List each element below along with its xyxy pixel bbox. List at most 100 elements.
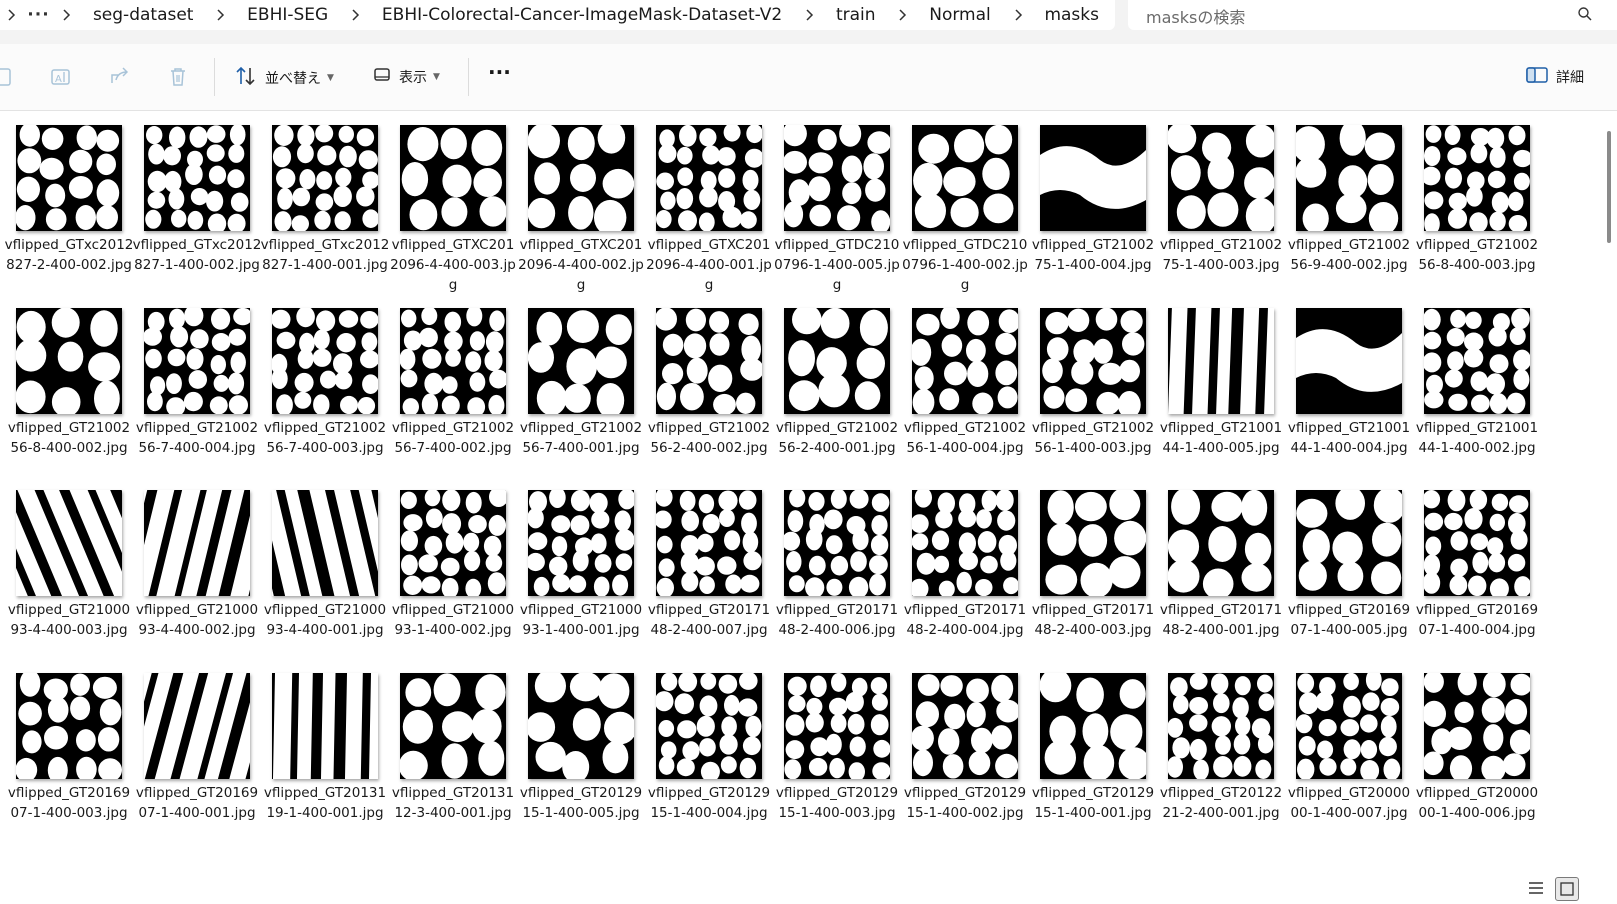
mask-image xyxy=(272,125,378,231)
file-item[interactable]: vflipped_GT2017148-2-400-006.jpg xyxy=(772,476,902,664)
file-item[interactable]: vflipped_GT2012221-2-400-001.jpg xyxy=(1156,659,1286,847)
file-item[interactable]: vflipped_GTxc2012827-1-400-002.jpg xyxy=(132,111,262,299)
file-name: vflipped_GT2100256-1-400-003.jpg xyxy=(1031,419,1155,456)
file-item[interactable]: vflipped_GT2012915-1-400-003.jpg xyxy=(772,659,902,847)
mask-image xyxy=(144,307,250,414)
search-icon[interactable] xyxy=(1577,6,1593,26)
file-item[interactable]: vflipped_GT2017148-2-400-004.jpg xyxy=(900,476,1030,664)
file-item[interactable]: vflipped_GTXC2012096-4-400-001.jpg xyxy=(644,111,774,299)
file-item[interactable]: vflipped_GT2100144-1-400-005.jpg xyxy=(1156,294,1286,482)
view-button[interactable]: 表示 ▼ xyxy=(373,66,440,88)
file-item[interactable]: vflipped_GTXC2012096-4-400-003.jpg xyxy=(388,111,518,299)
file-thumbnail xyxy=(400,307,506,414)
file-item[interactable]: vflipped_GT2100256-9-400-002.jpg xyxy=(1284,111,1414,299)
file-item[interactable]: vflipped_GT2100256-8-400-002.jpg xyxy=(4,294,134,482)
file-item[interactable]: vflipped_GT2100093-4-400-003.jpg xyxy=(4,476,134,664)
chevron-right-icon[interactable] xyxy=(798,9,820,21)
file-item[interactable]: vflipped_GT2000000-1-400-006.jpg xyxy=(1412,659,1542,847)
file-item[interactable]: vflipped_GT2012915-1-400-002.jpg xyxy=(900,659,1030,847)
file-thumbnail xyxy=(784,307,890,414)
sort-button[interactable]: 並べ替え ▼ xyxy=(235,66,334,90)
scrollbar-thumb[interactable] xyxy=(1607,131,1611,243)
file-name: vflipped_GTxc2012827-2-400-002.jpg xyxy=(4,237,134,273)
toolbar-separator xyxy=(214,58,215,96)
file-item[interactable]: vflipped_GT2100256-2-400-002.jpg xyxy=(644,294,774,482)
file-item[interactable]: vflipped_GT2100256-7-400-001.jpg xyxy=(516,294,646,482)
delete-icon[interactable] xyxy=(167,66,189,92)
chevron-right-icon[interactable] xyxy=(209,9,231,21)
file-item[interactable]: vflipped_GT2100256-2-400-001.jpg xyxy=(772,294,902,482)
vertical-scrollbar[interactable] xyxy=(1600,111,1617,851)
file-item[interactable]: vflipped_GT2017148-2-400-007.jpg xyxy=(644,476,774,664)
breadcrumb-item-masks[interactable]: masks xyxy=(1028,5,1115,25)
details-pane-button[interactable]: 詳細 xyxy=(1526,66,1584,88)
file-thumbnail xyxy=(1296,307,1402,414)
mask-image xyxy=(1296,490,1402,595)
file-item[interactable]: vflipped_GT2100256-7-400-002.jpg xyxy=(388,294,518,482)
file-name: vflipped_GTxc2012827-1-400-002.jpg xyxy=(132,237,262,273)
file-item[interactable]: vflipped_GT2012915-1-400-005.jpg xyxy=(516,659,646,847)
breadcrumb-item-ebhi-seg[interactable]: EBHI-SEG xyxy=(231,5,344,25)
chevron-right-icon[interactable] xyxy=(344,9,366,21)
file-item[interactable]: vflipped_GT2017148-2-400-003.jpg xyxy=(1028,476,1158,664)
file-item[interactable]: vflipped_GTxc2012827-2-400-002.jpg xyxy=(4,111,134,299)
file-name: vflipped_GT2016907-1-400-001.jpg xyxy=(135,784,259,821)
rename-icon[interactable]: A xyxy=(50,66,72,92)
file-name: vflipped_GTxc2012827-1-400-001.jpg xyxy=(260,237,390,273)
file-item[interactable]: vflipped_GT2100256-7-400-003.jpg xyxy=(260,294,390,482)
breadcrumb-item-normal[interactable]: Normal xyxy=(913,5,1007,25)
breadcrumb-item-dataset-v2[interactable]: EBHI-Colorectal-Cancer-ImageMask-Dataset… xyxy=(366,5,798,25)
file-item[interactable]: vflipped_GT2100093-4-400-001.jpg xyxy=(260,476,390,664)
file-name: vflipped_GT2100256-2-400-002.jpg xyxy=(647,419,771,456)
file-item[interactable]: vflipped_GT2100144-1-400-002.jpg xyxy=(1412,294,1542,482)
file-item[interactable]: vflipped_GT2100275-1-400-003.jpg xyxy=(1156,111,1286,299)
file-item[interactable]: vflipped_GT2016907-1-400-001.jpg xyxy=(132,659,262,847)
file-item[interactable]: vflipped_GT2100256-7-400-004.jpg xyxy=(132,294,262,482)
mask-image xyxy=(656,125,762,231)
file-item[interactable]: vflipped_GT2013119-1-400-001.jpg xyxy=(260,659,390,847)
breadcrumb-item-train[interactable]: train xyxy=(820,5,892,25)
search-box[interactable]: masksの検索 xyxy=(1128,0,1617,30)
tiles-view-icon[interactable] xyxy=(1555,877,1579,901)
file-item[interactable]: vflipped_GT2100256-1-400-004.jpg xyxy=(900,294,1030,482)
list-view-icon[interactable] xyxy=(1528,880,1544,899)
file-item[interactable]: vflipped_GT2017148-2-400-001.jpg xyxy=(1156,476,1286,664)
file-item[interactable]: vflipped_GTxc2012827-1-400-001.jpg xyxy=(260,111,390,299)
file-item[interactable]: vflipped_GT2000000-1-400-007.jpg xyxy=(1284,659,1414,847)
file-name: vflipped_GT2100275-1-400-004.jpg xyxy=(1031,237,1155,273)
file-name: vflipped_GT2012915-1-400-003.jpg xyxy=(775,784,899,821)
file-item[interactable]: vflipped_GTDC2100796-1-400-002.jpg xyxy=(900,111,1030,299)
file-item[interactable]: vflipped_GTDC2100796-1-400-005.jpg xyxy=(772,111,902,299)
file-item[interactable]: vflipped_GTXC2012096-4-400-002.jpg xyxy=(516,111,646,299)
share-icon[interactable] xyxy=(109,66,131,92)
breadcrumb-item-seg-dataset[interactable]: seg-dataset xyxy=(77,5,210,25)
file-thumbnail xyxy=(272,125,378,231)
search-input[interactable]: masksの検索 xyxy=(1146,4,1245,28)
copy-icon[interactable] xyxy=(0,66,14,92)
file-item[interactable]: vflipped_GT2013112-3-400-001.jpg xyxy=(388,659,518,847)
file-name: vflipped_GT2100093-4-400-002.jpg xyxy=(135,602,259,638)
file-item[interactable]: vflipped_GT2016907-1-400-003.jpg xyxy=(4,659,134,847)
breadcrumb-overflow-button[interactable]: ··· xyxy=(22,5,56,25)
file-item[interactable]: vflipped_GT2100093-4-400-002.jpg xyxy=(132,476,262,664)
mask-image xyxy=(16,307,121,414)
file-item[interactable]: vflipped_GT2012915-1-400-004.jpg xyxy=(644,659,774,847)
mask-image xyxy=(16,125,120,231)
file-item[interactable]: vflipped_GT2012915-1-400-001.jpg xyxy=(1028,659,1158,847)
file-thumbnail xyxy=(912,307,1018,414)
chevron-right-icon[interactable] xyxy=(1007,9,1029,21)
mask-image xyxy=(656,672,762,779)
mask-image xyxy=(912,307,1018,414)
file-item[interactable]: vflipped_GT2100275-1-400-004.jpg xyxy=(1028,111,1158,299)
file-item[interactable]: vflipped_GT2016907-1-400-005.jpg xyxy=(1284,476,1414,664)
file-item[interactable]: vflipped_GT2016907-1-400-004.jpg xyxy=(1412,476,1542,664)
chevron-right-icon[interactable] xyxy=(0,9,22,21)
file-item[interactable]: vflipped_GT2100144-1-400-004.jpg xyxy=(1284,294,1414,482)
chevron-right-icon[interactable] xyxy=(892,9,914,21)
mask-image xyxy=(144,672,250,779)
more-options-button[interactable]: ··· xyxy=(488,60,511,84)
file-item[interactable]: vflipped_GT2100256-8-400-003.jpg xyxy=(1412,111,1542,299)
file-item[interactable]: vflipped_GT2100256-1-400-003.jpg xyxy=(1028,294,1158,482)
file-item[interactable]: vflipped_GT2100093-1-400-001.jpg xyxy=(516,476,646,664)
file-item[interactable]: vflipped_GT2100093-1-400-002.jpg xyxy=(388,476,518,664)
